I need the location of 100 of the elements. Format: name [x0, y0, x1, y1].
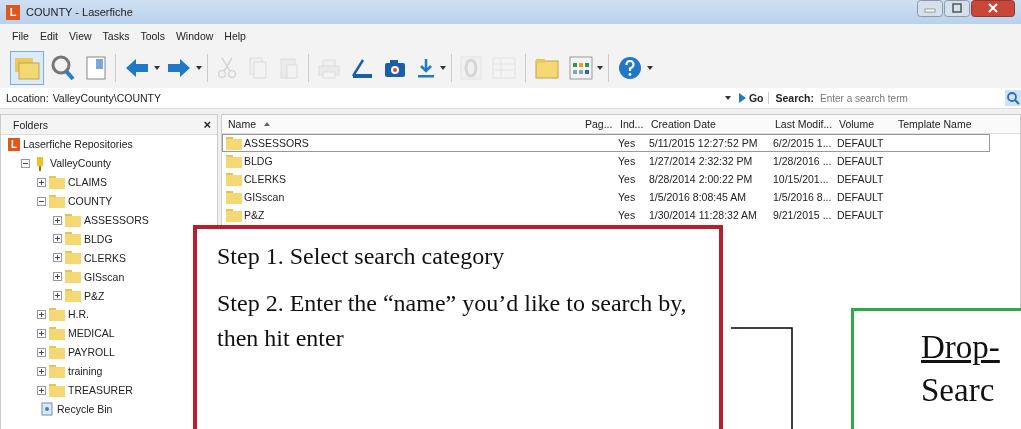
expand-icon[interactable] — [37, 328, 46, 338]
folder-icon — [65, 270, 81, 284]
column-header[interactable]: Last Modif... — [769, 118, 833, 130]
table-row[interactable]: P&Z Yes 1/30/2014 11:28:32 AM 9/21/2015 ... DEFAULT — [222, 206, 990, 224]
tree-item[interactable]: Recycle Bin — [57, 402, 113, 415]
table-cell: 5/11/2015 12:27:52 PM — [649, 137, 758, 149]
app-logo: L — [6, 4, 20, 20]
table-cell: DEFAULT — [837, 209, 884, 221]
menu-item[interactable]: View — [69, 30, 92, 46]
table-row[interactable]: BLDG Yes 1/27/2014 2:32:32 PM 1/28/2016 ... DEFAULT — [222, 152, 990, 170]
expand-icon[interactable] — [37, 309, 46, 319]
menu-item[interactable]: Tasks — [102, 30, 130, 46]
table-cell: DEFAULT — [837, 155, 884, 167]
dropdown-caret-icon[interactable] — [647, 66, 653, 70]
tree-item[interactable]: PAYROLL — [68, 346, 115, 359]
tree-item[interactable]: Laserfiche Repositories — [23, 138, 133, 151]
dropdown-caret-icon[interactable] — [196, 66, 202, 70]
tree-item[interactable]: training — [68, 365, 103, 378]
tree-item[interactable]: H.R. — [68, 308, 89, 321]
tree-item[interactable]: TREASURER — [68, 384, 133, 396]
search-icon[interactable] — [1005, 90, 1021, 106]
tree-item[interactable]: GISscan — [84, 270, 125, 283]
dropdown-caret-icon[interactable] — [154, 66, 160, 70]
menu-item[interactable]: Window — [175, 30, 214, 46]
expand-icon[interactable] — [37, 385, 46, 395]
expand-icon[interactable] — [37, 366, 46, 376]
expand-icon[interactable] — [37, 347, 46, 357]
expand-icon[interactable] — [53, 234, 62, 244]
dropdown-caret-icon[interactable] — [724, 96, 731, 100]
table-cell: 1/27/2014 2:32:32 PM — [649, 155, 753, 167]
table-cell: Yes — [618, 155, 636, 167]
maximize-icon[interactable] — [944, 0, 970, 17]
table-cell: 10/15/201... — [773, 173, 829, 185]
column-header[interactable]: Name — [222, 118, 579, 130]
instruction-text: Step 2. Enter the “name” you’d like to search by, then hit enter — [217, 288, 688, 353]
table-cell: 8/28/2014 2:00:22 PM — [649, 173, 753, 185]
column-header[interactable]: Ind... — [614, 118, 645, 130]
help-icon — [617, 54, 643, 82]
dropdown-caret-icon[interactable] — [440, 66, 446, 70]
table-cell: Yes — [618, 173, 636, 185]
menu-item[interactable]: Edit — [39, 30, 58, 46]
collapse-icon[interactable] — [37, 196, 46, 206]
table-cell: 1/30/2014 11:28:32 AM — [649, 209, 757, 221]
expand-icon[interactable] — [37, 177, 46, 187]
table-cell: 9/21/2015 ... — [773, 209, 832, 221]
go-button[interactable]: Go — [738, 92, 770, 104]
location-path: ValleyCounty\COUNTY — [52, 92, 162, 104]
window-title: COUNTY - Laserfiche — [26, 6, 133, 18]
table-row[interactable]: GISscan Yes 1/5/2016 8:08:45 AM 1/5/2016 8... DEFAULT — [222, 188, 990, 206]
column-header[interactable]: Creation Date — [645, 118, 769, 130]
dropdown-caret-icon[interactable] — [597, 66, 603, 70]
tree-item[interactable]: BLDG — [84, 232, 113, 245]
folder-icon — [226, 208, 242, 222]
menu-item[interactable]: File — [12, 30, 29, 46]
menu-item[interactable]: Tools — [140, 30, 165, 46]
folder-icon — [49, 326, 65, 340]
recycle-bin-icon — [40, 401, 54, 417]
tree-item[interactable]: COUNTY — [68, 195, 113, 208]
collapse-icon[interactable] — [21, 158, 30, 168]
folder-icon — [65, 213, 81, 227]
expand-icon[interactable] — [53, 253, 62, 263]
search-icon — [50, 54, 76, 82]
close-button[interactable]: × — [203, 117, 211, 132]
tree-item[interactable]: CLAIMS — [68, 176, 108, 189]
panel-icon — [85, 54, 107, 82]
folder-icon — [49, 307, 65, 321]
expand-icon[interactable] — [53, 272, 62, 282]
column-header[interactable]: Pag... — [579, 118, 614, 130]
callout-title: Drop- — [921, 329, 1001, 366]
folder-icon — [49, 175, 65, 189]
folder-icon — [226, 190, 242, 204]
folder-icon — [65, 251, 81, 265]
table-row[interactable]: ASSESSORS Yes 5/11/2015 12:27:52 PM 6/2/2015 1... DEFAULT — [222, 134, 990, 152]
table-cell: 1/5/2016 8... — [773, 191, 832, 203]
folder-icon — [49, 345, 65, 359]
tree-item[interactable]: ValleyCounty — [50, 157, 112, 170]
column-header[interactable]: Volume — [833, 118, 892, 130]
expand-icon[interactable] — [53, 291, 62, 301]
tree-item[interactable]: ASSESSORS — [84, 214, 149, 226]
callout-text: Searc — [921, 372, 996, 409]
folder-icon — [49, 364, 65, 378]
close-icon[interactable] — [971, 0, 1015, 17]
folder-icon — [226, 136, 242, 150]
repository-logo: L — [8, 137, 20, 151]
table-row[interactable]: CLERKS Yes 8/28/2014 2:00:22 PM 10/15/201... DEFAULT — [222, 170, 990, 188]
grid-icon — [569, 54, 593, 82]
sort-arrow-icon — [264, 122, 270, 126]
table-cell: ASSESSORS — [244, 137, 309, 149]
tree-item[interactable]: P&Z — [84, 289, 105, 302]
table-cell: GISscan — [244, 191, 285, 203]
tree-item[interactable]: CLERKS — [84, 251, 126, 264]
folder-icon — [226, 172, 242, 186]
column-header[interactable]: Template Name — [892, 118, 992, 130]
expand-icon[interactable] — [53, 215, 62, 225]
tree-item[interactable]: MEDICAL — [68, 327, 115, 340]
table-cell: DEFAULT — [837, 173, 884, 185]
instruction-text: Step 1. Select search category — [217, 242, 506, 271]
table-cell: DEFAULT — [837, 191, 884, 203]
menu-item[interactable]: Help — [224, 30, 246, 46]
table-cell: BLDG — [244, 155, 273, 167]
